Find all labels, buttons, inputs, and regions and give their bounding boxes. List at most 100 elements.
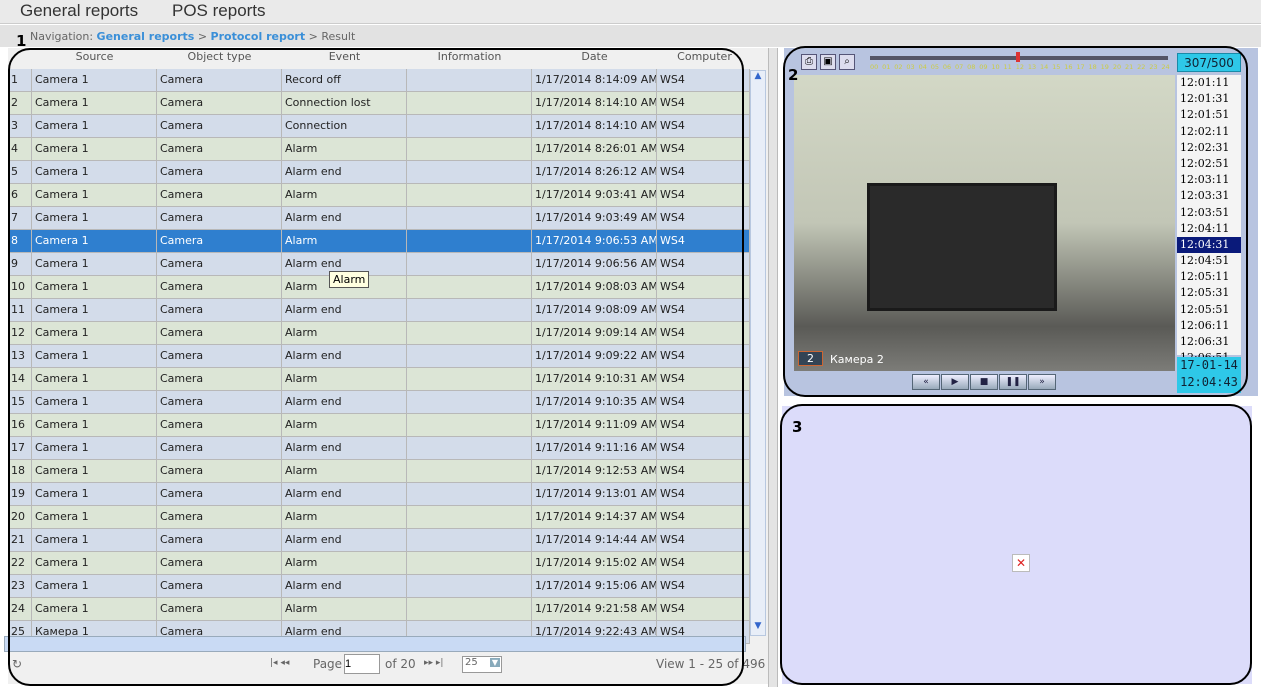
cell: Camera xyxy=(157,345,282,368)
cell: Alarm xyxy=(282,138,407,161)
table-row[interactable]: 14 Camera 1 Camera Alarm 1/17/2014 9:10:31 A… xyxy=(8,368,750,391)
col-object-type[interactable]: Object type xyxy=(157,48,282,68)
table-row[interactable]: 8 Camera 1 Camera Alarm 1/17/2014 9:06:53 AM… xyxy=(8,230,750,253)
timeline-hour: 16 xyxy=(1064,63,1073,71)
time-item[interactable]: 12:05:11 xyxy=(1177,269,1241,285)
col-date[interactable]: Date xyxy=(532,48,657,68)
col-event[interactable]: Event xyxy=(282,48,407,68)
cell: Camera 1 xyxy=(32,69,157,92)
cell: Alarm xyxy=(282,368,407,391)
cell xyxy=(407,506,532,529)
table-row[interactable]: 23 Camera 1 Camera Alarm end 1/17/2014 9:15:… xyxy=(8,575,750,598)
time-item[interactable]: 12:03:51 xyxy=(1177,205,1241,221)
play-button[interactable]: ▶ xyxy=(941,374,969,390)
time-item[interactable]: 12:03:31 xyxy=(1177,188,1241,204)
col-computer[interactable]: Computer xyxy=(657,48,752,68)
time-item[interactable]: 12:06:31 xyxy=(1177,334,1241,350)
time-item[interactable]: 12:02:11 xyxy=(1177,124,1241,140)
timeline-hour: 23 xyxy=(1149,63,1158,71)
cell: WS4 xyxy=(657,253,750,276)
table-row[interactable]: 20 Camera 1 Camera Alarm 1/17/2014 9:14:37 A… xyxy=(8,506,750,529)
scroll-down-icon[interactable]: ▼ xyxy=(751,621,765,635)
grid-vertical-scrollbar[interactable]: ▲ ▼ xyxy=(750,70,766,636)
table-row[interactable]: 19 Camera 1 Camera Alarm end 1/17/2014 9:13:… xyxy=(8,483,750,506)
table-row[interactable]: 5 Camera 1 Camera Alarm end 1/17/2014 8:26:1… xyxy=(8,161,750,184)
time-item[interactable]: 12:01:31 xyxy=(1177,91,1241,107)
rewind-button[interactable]: « xyxy=(912,374,940,390)
table-row[interactable]: 24 Camera 1 Camera Alarm 1/17/2014 9:21:58 A… xyxy=(8,598,750,621)
table-row[interactable]: 4 Camera 1 Camera Alarm 1/17/2014 8:26:01 AM… xyxy=(8,138,750,161)
timeline-hour: 01 xyxy=(882,63,891,71)
table-row[interactable]: 16 Camera 1 Camera Alarm 1/17/2014 9:11:09 A… xyxy=(8,414,750,437)
tab-pos-reports[interactable]: POS reports xyxy=(172,1,266,21)
cell: 1/17/2014 9:11:09 AM xyxy=(532,414,657,437)
cell: Camera 1 xyxy=(32,322,157,345)
cell: Camera xyxy=(157,322,282,345)
timeline-marker[interactable] xyxy=(1016,52,1020,62)
cell: 10 xyxy=(8,276,32,299)
print-icon[interactable]: ⎙ xyxy=(801,54,817,70)
time-list[interactable]: 12:01:11 12:01:31 12:01:51 12:02:11 12:02:31… xyxy=(1177,75,1241,364)
forward-button[interactable]: » xyxy=(1028,374,1056,390)
zoom-icon[interactable]: ⌕ xyxy=(839,54,855,70)
time-item[interactable]: 12:05:51 xyxy=(1177,302,1241,318)
cell: Alarm end xyxy=(282,345,407,368)
first-page-icon[interactable]: |◂ ◂◂ xyxy=(270,658,289,668)
save-icon[interactable]: ▣ xyxy=(820,54,836,70)
table-row[interactable]: 18 Camera 1 Camera Alarm 1/17/2014 9:12:53 A… xyxy=(8,460,750,483)
tab-general-reports[interactable]: General reports xyxy=(20,1,138,21)
time-item[interactable]: 12:03:11 xyxy=(1177,172,1241,188)
cell: Camera 1 xyxy=(32,575,157,598)
cell: Camera xyxy=(157,253,282,276)
table-row[interactable]: 3 Camera 1 Camera Connection 1/17/2014 8:14:… xyxy=(8,115,750,138)
time-item[interactable]: 12:06:11 xyxy=(1177,318,1241,334)
cell: Alarm end xyxy=(282,161,407,184)
table-row[interactable]: 21 Camera 1 Camera Alarm end 1/17/2014 9:14:… xyxy=(8,529,750,552)
time-item[interactable]: 12:02:51 xyxy=(1177,156,1241,172)
grid-horizontal-scrollbar[interactable] xyxy=(4,636,746,652)
table-row[interactable]: 2 Camera 1 Camera Connection lost 1/17/2014 … xyxy=(8,92,750,115)
cell: Camera xyxy=(157,483,282,506)
video-panel: ⎙ ▣ ⌕ 00 01 02 03 04 05 06 07 08 09 10 11 12 13 14 15 16… xyxy=(784,48,1258,396)
timeline-hour: 08 xyxy=(967,63,976,71)
table-row[interactable]: 17 Camera 1 Camera Alarm end 1/17/2014 9:11:… xyxy=(8,437,750,460)
splitter[interactable] xyxy=(768,48,778,687)
table-row[interactable]: 11 Camera 1 Camera Alarm end 1/17/2014 9:08:… xyxy=(8,299,750,322)
cell: Alarm end xyxy=(282,529,407,552)
breadcrumb-protocol-report[interactable]: Protocol report xyxy=(211,30,306,43)
table-row[interactable]: 10 Camera 1 Camera Alarm 1/17/2014 9:08:03 A… xyxy=(8,276,750,299)
table-row[interactable]: 15 Camera 1 Camera Alarm end 1/17/2014 9:10:… xyxy=(8,391,750,414)
cell: Alarm xyxy=(282,552,407,575)
time-item[interactable]: 12:02:31 xyxy=(1177,140,1241,156)
time-item[interactable]: 12:01:51 xyxy=(1177,107,1241,123)
cell: WS4 xyxy=(657,322,750,345)
cell: Alarm end xyxy=(282,299,407,322)
table-row[interactable]: 1 Camera 1 Camera Record off 1/17/2014 8:14:… xyxy=(8,69,750,92)
stop-button[interactable]: ■ xyxy=(970,374,998,390)
table-row[interactable]: 6 Camera 1 Camera Alarm 1/17/2014 9:03:41 AM… xyxy=(8,184,750,207)
datetime-display: 17-01-14 12:04:43 xyxy=(1177,357,1241,393)
scroll-up-icon[interactable]: ▲ xyxy=(751,71,765,85)
time-item[interactable]: 12:04:31 xyxy=(1177,236,1241,254)
table-row[interactable]: 13 Camera 1 Camera Alarm end 1/17/2014 9:09:… xyxy=(8,345,750,368)
cell: Alarm xyxy=(282,184,407,207)
time-item[interactable]: 12:04:11 xyxy=(1177,221,1241,237)
time-item[interactable]: 12:05:31 xyxy=(1177,285,1241,301)
pause-button[interactable]: ❚❚ xyxy=(999,374,1027,390)
refresh-icon[interactable]: ↻ xyxy=(12,657,22,671)
breadcrumb-general-reports[interactable]: General reports xyxy=(97,30,195,43)
col-information[interactable]: Information xyxy=(407,48,532,68)
page-size-select[interactable]: 25 ▼ xyxy=(462,656,502,673)
time-item[interactable]: 12:01:11 xyxy=(1177,75,1241,91)
table-row[interactable]: 7 Camera 1 Camera Alarm end 1/17/2014 9:03:4… xyxy=(8,207,750,230)
col-source[interactable]: Source xyxy=(32,48,157,68)
time-item[interactable]: 12:04:51 xyxy=(1177,253,1241,269)
page-input[interactable] xyxy=(344,654,380,674)
table-row[interactable]: 9 Camera 1 Camera Alarm end 1/17/2014 9:06:5… xyxy=(8,253,750,276)
chevron-down-icon: ▼ xyxy=(489,658,500,667)
table-row[interactable]: 22 Camera 1 Camera Alarm 1/17/2014 9:15:02 A… xyxy=(8,552,750,575)
timeline-hour: 12 xyxy=(1015,63,1024,71)
next-page-icon[interactable]: ▸▸ ▸| xyxy=(424,658,443,668)
page-label: Page xyxy=(313,657,343,671)
table-row[interactable]: 12 Camera 1 Camera Alarm 1/17/2014 9:09:14 A… xyxy=(8,322,750,345)
